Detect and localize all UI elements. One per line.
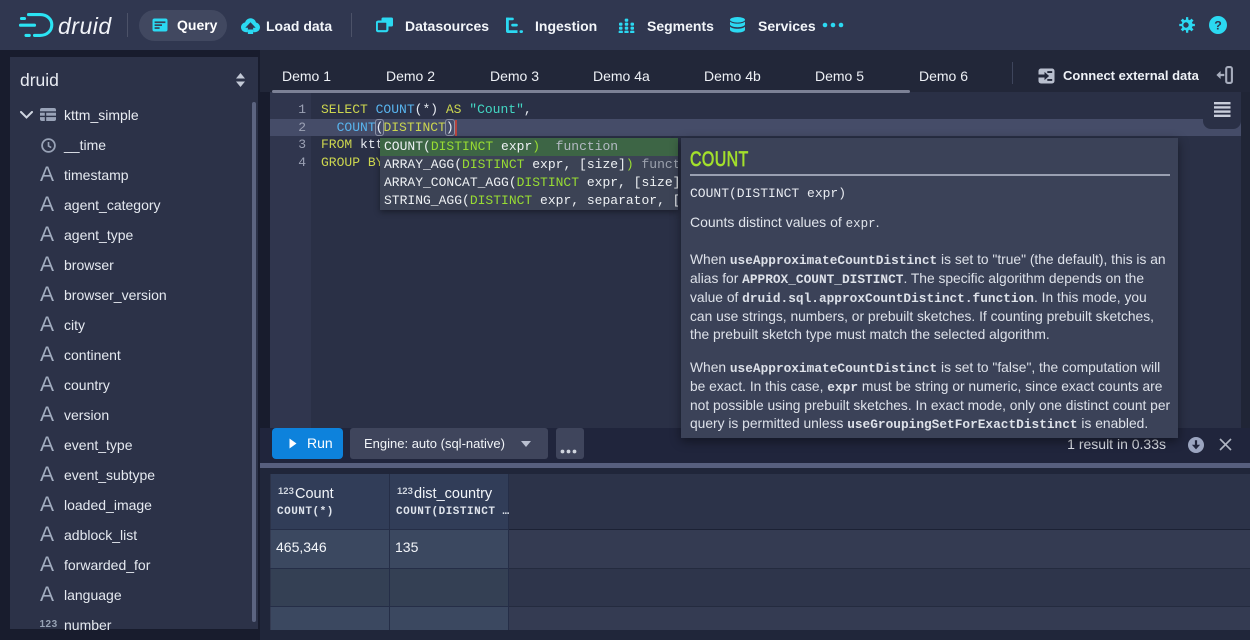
svg-text:?: ? [1214,19,1222,33]
